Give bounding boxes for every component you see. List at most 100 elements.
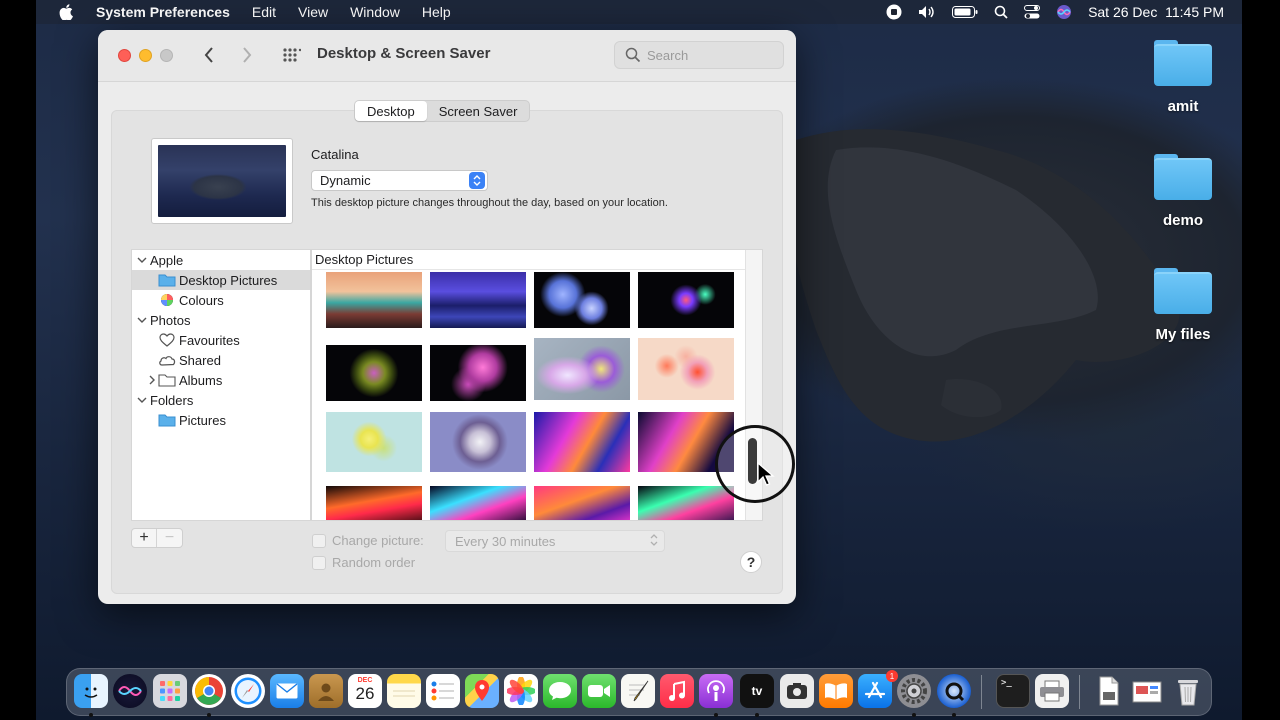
wallpaper-thumbnail[interactable] xyxy=(638,486,734,520)
wallpaper-thumbnail[interactable] xyxy=(638,272,734,328)
wallpaper-thumbnail[interactable] xyxy=(534,412,630,472)
add-folder-button[interactable]: + xyxy=(132,529,158,547)
sidebar-group-folders[interactable]: Folders xyxy=(132,390,310,410)
menu-app-name[interactable]: System Preferences xyxy=(96,4,230,20)
safari-icon[interactable] xyxy=(231,674,265,708)
close-window-button[interactable] xyxy=(118,49,131,62)
finder-icon[interactable] xyxy=(74,674,108,708)
minimize-window-button[interactable] xyxy=(139,49,152,62)
siri-app-icon[interactable] xyxy=(113,674,147,708)
terminal-icon[interactable]: >_ xyxy=(996,674,1030,708)
messages-icon[interactable] xyxy=(543,674,577,708)
wallpaper-thumbnail[interactable] xyxy=(534,272,630,328)
battery-icon[interactable] xyxy=(952,6,978,18)
menu-view[interactable]: View xyxy=(298,4,328,20)
wallpaper-thumbnail[interactable] xyxy=(326,486,422,520)
wallpaper-thumbnail[interactable] xyxy=(534,338,630,400)
chrome-icon[interactable] xyxy=(192,674,226,708)
search-input[interactable] xyxy=(647,47,777,63)
sidebar-item-colours[interactable]: Colours xyxy=(132,290,310,310)
chevron-right-icon[interactable] xyxy=(146,374,158,386)
chevron-down-icon[interactable] xyxy=(136,394,148,406)
scrollbar-thumb[interactable] xyxy=(748,438,757,484)
document-icon[interactable] xyxy=(1092,674,1126,708)
facetime-icon[interactable] xyxy=(582,674,616,708)
menu-bar: System Preferences Edit View Window Help… xyxy=(36,0,1242,24)
control-center-icon[interactable] xyxy=(1024,5,1041,19)
desktop-preview xyxy=(151,138,293,224)
siri-icon[interactable] xyxy=(1056,4,1072,20)
system-preferences-icon[interactable] xyxy=(897,674,931,708)
picture-mode-select[interactable]: Dynamic xyxy=(311,170,488,191)
quicktime-icon[interactable] xyxy=(937,674,971,708)
menu-edit[interactable]: Edit xyxy=(252,4,276,20)
contacts-icon[interactable] xyxy=(309,674,343,708)
podcasts-icon[interactable] xyxy=(699,674,733,708)
wallpaper-thumbnail[interactable] xyxy=(326,412,422,472)
printer-icon[interactable] xyxy=(1035,674,1069,708)
wallpaper-thumbnail[interactable] xyxy=(430,486,526,520)
tab-desktop[interactable]: Desktop xyxy=(355,101,427,121)
folder-icon xyxy=(158,373,176,387)
tab-screen-saver[interactable]: Screen Saver xyxy=(427,101,530,121)
search-field[interactable] xyxy=(614,41,784,69)
sidebar-item-desktop-pictures[interactable]: Desktop Pictures xyxy=(132,270,310,290)
menubar-datetime[interactable]: Sat 26 Dec 11:45 PM xyxy=(1088,4,1224,20)
trash-icon[interactable] xyxy=(1171,674,1205,708)
picture-name: Catalina xyxy=(311,147,359,162)
sidebar-group-photos[interactable]: Photos xyxy=(132,310,310,330)
sidebar-item-albums[interactable]: Albums xyxy=(132,370,310,390)
sidebar-item-pictures[interactable]: Pictures xyxy=(132,410,310,430)
downloads-stack-icon[interactable] xyxy=(1131,674,1165,708)
books-icon[interactable] xyxy=(819,674,853,708)
apple-tv-icon[interactable]: tv xyxy=(740,674,774,708)
wallpaper-thumbnail[interactable] xyxy=(534,486,630,520)
volume-icon[interactable] xyxy=(918,5,936,19)
menu-help[interactable]: Help xyxy=(422,4,451,20)
textedit-icon[interactable] xyxy=(621,674,655,708)
desktop-folder-demo[interactable]: demo xyxy=(1138,154,1228,229)
chevron-down-icon[interactable] xyxy=(136,314,148,326)
sidebar-item-favourites[interactable]: Favourites xyxy=(132,330,310,350)
reminders-icon[interactable] xyxy=(426,674,460,708)
music-icon[interactable] xyxy=(660,674,694,708)
launchpad-icon[interactable] xyxy=(153,674,187,708)
desktop-folder-amit[interactable]: amit xyxy=(1138,40,1228,115)
wallpaper-thumbnail[interactable] xyxy=(326,345,422,401)
back-button[interactable] xyxy=(198,44,220,66)
wallpaper-thumbnail[interactable] xyxy=(430,345,526,401)
spotlight-search-icon[interactable] xyxy=(994,5,1008,19)
sidebar-item-label: Apple xyxy=(150,252,184,268)
wallpaper-thumbnail[interactable] xyxy=(638,338,734,400)
notes-icon[interactable] xyxy=(387,674,421,708)
folder-icon xyxy=(1154,154,1212,200)
remove-folder-button[interactable]: − xyxy=(157,529,182,547)
grid-header: Desktop Pictures xyxy=(312,250,746,270)
menu-window[interactable]: Window xyxy=(350,4,400,20)
mail-icon[interactable] xyxy=(270,674,304,708)
sidebar-group-apple[interactable]: Apple xyxy=(132,250,310,270)
calendar-icon[interactable]: DEC 26 xyxy=(348,674,382,708)
wallpaper-thumbnail[interactable] xyxy=(430,412,526,472)
sidebar-item-label: Photos xyxy=(150,312,191,328)
change-picture-checkbox[interactable] xyxy=(312,534,326,548)
sidebar-item-label: Favourites xyxy=(179,332,240,348)
sidebar-item-shared[interactable]: Shared xyxy=(132,350,310,370)
show-all-button[interactable] xyxy=(280,44,304,66)
wallpaper-thumbnail[interactable] xyxy=(326,272,422,328)
photos-icon[interactable] xyxy=(504,674,538,708)
wallpaper-thumbnail[interactable] xyxy=(430,272,526,328)
chevron-right-icon xyxy=(243,47,252,63)
chevron-down-icon[interactable] xyxy=(136,254,148,266)
forward-button[interactable] xyxy=(236,44,258,66)
zoom-window-button[interactable] xyxy=(160,49,173,62)
screenshot-icon[interactable] xyxy=(780,674,814,708)
apple-logo-icon[interactable] xyxy=(56,2,76,22)
maps-icon[interactable] xyxy=(465,674,499,708)
screen-recording-icon[interactable] xyxy=(886,4,902,20)
desktop-folder-my-files[interactable]: My files xyxy=(1138,268,1228,343)
help-button[interactable]: ? xyxy=(740,551,762,573)
random-order-checkbox[interactable] xyxy=(312,556,326,570)
interval-select[interactable]: Every 30 minutes xyxy=(445,530,665,552)
window-title: Desktop & Screen Saver xyxy=(317,45,491,62)
